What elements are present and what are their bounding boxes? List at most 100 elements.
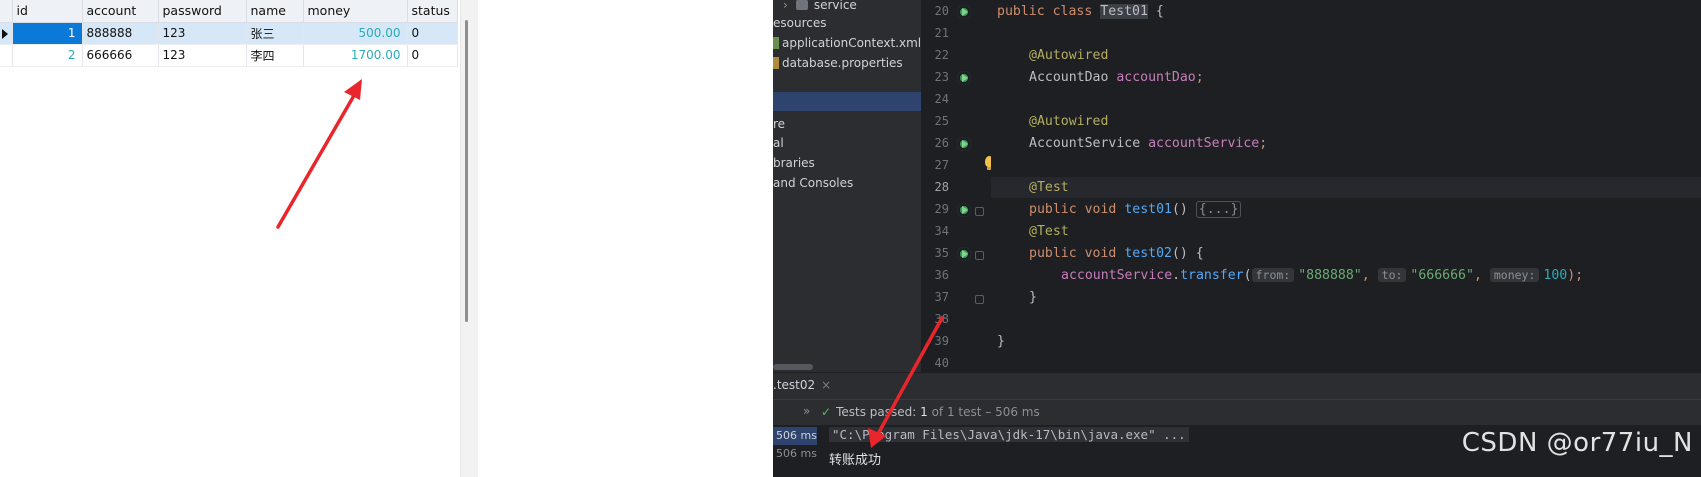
tree-item-al[interactable]: al	[773, 133, 784, 153]
cell-account[interactable]: 666666	[82, 44, 159, 67]
run-test01-icon[interactable]	[957, 203, 971, 217]
annotation: @Autowired	[1029, 48, 1109, 63]
keyword: void	[1084, 246, 1117, 261]
cell-password[interactable]: 123	[158, 22, 247, 45]
column-header-money[interactable]: money	[303, 0, 408, 23]
column-header-name[interactable]: name	[246, 0, 304, 23]
cell-id[interactable]: 2	[12, 44, 83, 67]
code-line-field: AccountService accountService;	[1029, 133, 1267, 154]
tree-item-libraries[interactable]: braries	[773, 153, 815, 173]
line-number: 20	[934, 4, 949, 18]
run-class-icon[interactable]	[957, 5, 971, 19]
param-hint: from:	[1251, 268, 1295, 282]
tree-item-database-properties[interactable]: database.properties	[773, 53, 903, 73]
watermark: CSDN @or77iu_N	[1461, 428, 1693, 458]
paren-semicolon: );	[1567, 268, 1584, 283]
column-header-account[interactable]: account	[82, 0, 159, 23]
bean-navigate-icon[interactable]	[957, 137, 971, 151]
tree-item-label: braries	[773, 156, 815, 170]
fold-icon[interactable]	[975, 251, 984, 260]
tree-item-label: esources	[773, 16, 827, 30]
cell-id[interactable]: 1	[12, 22, 83, 45]
field-reference: accountService	[1061, 268, 1173, 283]
keyword: public	[1029, 246, 1077, 261]
fold-icon[interactable]	[975, 295, 984, 304]
line-number: 37	[934, 290, 949, 304]
tree-item-re[interactable]: re	[773, 114, 785, 134]
method-name: test01	[1124, 202, 1172, 217]
annotation: @Autowired	[1029, 114, 1109, 129]
cell-status[interactable]: 0	[407, 22, 458, 45]
line-number: 34	[934, 224, 949, 238]
tree-item-scratches-consoles[interactable]: and Consoles	[773, 173, 853, 193]
cell-status[interactable]: 0	[407, 44, 458, 67]
line-number: 40	[934, 356, 949, 370]
parens: ()	[1171, 202, 1196, 217]
code-line-close-method: }	[1029, 287, 1037, 308]
code-line-annotation: @Test	[1029, 177, 1069, 198]
table-row[interactable]: 1 888888 123 张三 500.00 0	[0, 22, 458, 45]
line-number: 21	[934, 26, 949, 40]
test-status-bar: » ✓ Tests passed: 1 of 1 test – 506 ms	[773, 399, 1701, 425]
folder-icon	[795, 0, 808, 10]
keyword: public	[1029, 202, 1077, 217]
line-number: 39	[934, 334, 949, 348]
column-header-id[interactable]: id	[12, 0, 83, 23]
chevron-double-right-icon[interactable]: »	[803, 404, 810, 418]
code-line-close-class: }	[997, 331, 1005, 352]
db-header-row: id account password name money status	[0, 0, 458, 23]
row-pointer-icon	[2, 28, 8, 39]
table-row[interactable]: 2 666666 123 李四 1700.00 0	[0, 44, 458, 67]
run-test02-icon[interactable]	[957, 247, 971, 261]
tests-passed-label: Tests passed:	[836, 405, 917, 419]
brace: }	[1029, 290, 1037, 305]
fold-icon[interactable]	[975, 207, 984, 216]
cell-name[interactable]: 李四	[246, 44, 304, 67]
param-hint: money:	[1489, 268, 1540, 282]
code-editor[interactable]: public class Test01 { @Autowired Account…	[991, 0, 1701, 372]
type-name: AccountDao	[1029, 70, 1117, 85]
tree-item-label: and Consoles	[773, 176, 854, 190]
line-number: 29	[934, 202, 949, 216]
vertical-scrollbar-track[interactable]	[460, 0, 478, 477]
tree-item-label: applicationContext.xml	[782, 36, 921, 50]
cell-money[interactable]: 1700.00	[303, 44, 408, 67]
bean-navigate-icon[interactable]	[957, 71, 971, 85]
close-icon[interactable]: ×	[821, 378, 831, 392]
field-name: accountDao	[1116, 70, 1196, 85]
comma: ,	[1361, 268, 1378, 283]
cell-password[interactable]: 123	[158, 44, 247, 67]
console-output-line: 转账成功	[829, 453, 882, 468]
annotation: @Test	[1029, 224, 1069, 239]
check-icon: ✓	[821, 405, 832, 419]
properties-file-icon	[773, 57, 779, 69]
brace: {	[1147, 4, 1164, 19]
brace: }	[997, 334, 1005, 349]
keyword: public	[997, 4, 1045, 19]
row-header-corner	[0, 0, 13, 23]
cell-account[interactable]: 888888	[82, 22, 159, 45]
tree-item-application-context[interactable]: applicationContext.xml	[773, 33, 921, 53]
horizontal-scrollbar-thumb[interactable]	[773, 364, 813, 370]
line-number: 26	[934, 136, 949, 150]
column-header-status[interactable]: status	[407, 0, 458, 23]
cell-money[interactable]: 500.00	[303, 22, 408, 45]
test-duration: 506 ms	[776, 447, 817, 460]
keyword: void	[1084, 202, 1117, 217]
vertical-scrollbar-thumb[interactable]	[465, 20, 468, 322]
string-literal: "666666"	[1410, 268, 1474, 283]
cell-name[interactable]: 张三	[246, 22, 304, 45]
code-line-transfer-call: accountService.transfer(from: "888888", t…	[1061, 265, 1583, 286]
code-line-method-test02: public void test02() {	[1029, 243, 1204, 264]
code-line-annotation: @Test	[1029, 221, 1069, 242]
tree-item-label: database.properties	[782, 56, 903, 70]
editor-gutter: 20 21 22 23 24 25 26 27 28 29 34 35 36 3…	[921, 0, 994, 372]
folded-region[interactable]: {...}	[1195, 201, 1242, 218]
tree-item-resources[interactable]: esources	[773, 13, 826, 33]
column-header-password[interactable]: password	[158, 0, 247, 23]
line-number: 27	[934, 158, 949, 172]
keyword: class	[1052, 4, 1093, 19]
run-tab[interactable]: .test02 ×	[773, 378, 831, 392]
paren: (	[1243, 268, 1252, 283]
db-table: id account password name money status 1 …	[0, 0, 458, 67]
